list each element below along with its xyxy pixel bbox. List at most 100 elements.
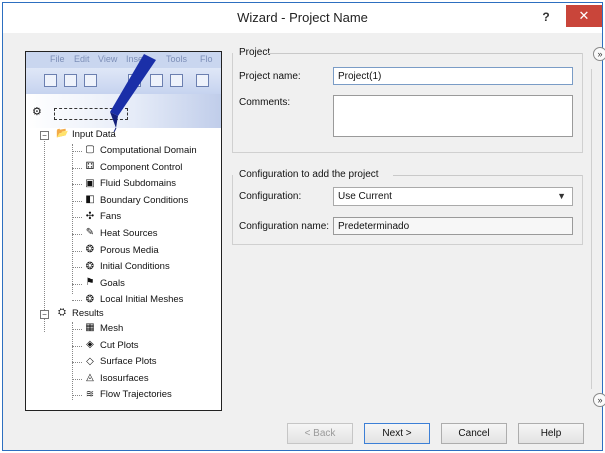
tree-connector bbox=[72, 144, 73, 294]
tree-node-label: Computational Domain bbox=[100, 145, 197, 156]
tree-connector bbox=[72, 378, 82, 380]
tree-connector bbox=[72, 200, 82, 202]
comments-label: Comments: bbox=[239, 97, 291, 108]
tree-connector bbox=[72, 250, 82, 252]
boundary-icon: ◧ bbox=[85, 194, 95, 206]
tree-node-boundary-conditions[interactable]: ◧ Boundary Conditions bbox=[84, 194, 188, 208]
tree-connector bbox=[72, 167, 82, 169]
tree-node-initial-conditions[interactable]: ❂ Initial Conditions bbox=[84, 260, 170, 274]
pen-cursor-icon bbox=[110, 54, 156, 132]
close-button[interactable]: ✕ bbox=[566, 5, 602, 27]
back-button[interactable]: < Back bbox=[287, 423, 353, 444]
component-control-icon: ⚃ bbox=[85, 161, 95, 173]
open-folder-icon[interactable] bbox=[64, 74, 77, 87]
tree-connector bbox=[72, 151, 82, 152]
tree-node-label: Results bbox=[72, 308, 104, 319]
tree-connector bbox=[72, 217, 82, 219]
project-name-label: Project name: bbox=[239, 71, 301, 82]
tree-node-label: Local Initial Meshes bbox=[100, 294, 184, 306]
tree-node-computational-domain[interactable]: ▢ Computational Domain bbox=[84, 144, 197, 158]
tree-node-label: Flow Trajectories bbox=[100, 389, 172, 401]
tree-node-isosurfaces[interactable]: ◬ Isosurfaces bbox=[84, 372, 149, 386]
tree-connector bbox=[72, 283, 82, 285]
tree-node-fluid-subdomains[interactable]: ▣ Fluid Subdomains bbox=[84, 177, 176, 191]
tree-node-component-control[interactable]: ⚃ Component Control bbox=[84, 161, 183, 175]
tree-node-mesh[interactable]: ▦ Mesh bbox=[84, 322, 123, 336]
help-button[interactable]: Help bbox=[518, 423, 584, 444]
heat-source-icon: ✎ bbox=[85, 227, 95, 239]
tree-connector bbox=[44, 136, 45, 332]
fan-icon: ✣ bbox=[85, 210, 95, 222]
cancel-button[interactable]: Cancel bbox=[441, 423, 507, 444]
project-root-icon: ⚙ bbox=[32, 106, 42, 118]
next-button[interactable]: Next > bbox=[364, 423, 430, 444]
tree-node-porous-media[interactable]: ❂ Porous Media bbox=[84, 244, 159, 258]
new-file-icon[interactable] bbox=[44, 74, 57, 87]
tree-connector bbox=[72, 300, 82, 302]
tree-node-label: Component Control bbox=[100, 161, 183, 173]
tree-node-heat-sources[interactable]: ✎ Heat Sources bbox=[84, 227, 158, 241]
menu-flow[interactable]: Flo bbox=[200, 54, 213, 64]
tree-node-surface-plots[interactable]: ◇ Surface Plots bbox=[84, 355, 157, 369]
tree-node-label: Cut Plots bbox=[100, 339, 139, 351]
tree-connector bbox=[72, 184, 82, 186]
expand-panel-bottom-button[interactable]: » bbox=[593, 393, 605, 407]
tree-node-label: Heat Sources bbox=[100, 228, 158, 239]
tree-node-label: Fans bbox=[100, 211, 122, 223]
menu-file[interactable]: File bbox=[50, 54, 65, 64]
tree-connector bbox=[72, 329, 82, 330]
tree-node-label: Isosurfaces bbox=[100, 372, 149, 384]
expand-panel-top-button[interactable]: » bbox=[593, 47, 605, 61]
tree-node-input-data[interactable]: 📂 Input Data bbox=[56, 128, 116, 142]
tree-connector bbox=[72, 362, 82, 364]
results-icon: ⛭ bbox=[58, 307, 66, 319]
local-mesh-icon: ❂ bbox=[85, 293, 95, 305]
tree-node-label: Fluid Subdomains bbox=[100, 178, 177, 190]
wizard-window: Wizard - Project Name ? ✕ File Edit View… bbox=[2, 2, 605, 451]
window-title: Wizard - Project Name bbox=[237, 10, 368, 25]
tree-node-label: Porous Media bbox=[100, 244, 159, 256]
project-name-input[interactable] bbox=[333, 67, 573, 85]
tree-node-fans[interactable]: ✣ Fans bbox=[84, 210, 121, 224]
configuration-name-label: Configuration name: bbox=[239, 221, 330, 232]
configuration-name-field[interactable] bbox=[333, 217, 573, 235]
tree-node-label: Goals bbox=[100, 277, 125, 289]
chevron-down-icon: ▼ bbox=[557, 191, 566, 201]
side-divider bbox=[591, 69, 592, 389]
tree-node-label: Surface Plots bbox=[100, 356, 157, 368]
configuration-select-value: Use Current bbox=[338, 191, 392, 202]
goals-icon: ⚑ bbox=[85, 277, 95, 289]
mesh-icon: ▦ bbox=[85, 322, 95, 334]
input-data-expander[interactable]: − bbox=[40, 131, 49, 140]
configuration-select[interactable]: Use Current ▼ bbox=[333, 187, 573, 206]
tree-node-label: Mesh bbox=[100, 323, 124, 334]
input-data-icon: 📂 bbox=[56, 128, 69, 140]
tree-connector bbox=[72, 234, 82, 235]
title-bar: Wizard - Project Name ? ✕ bbox=[3, 3, 602, 33]
configuration-label: Configuration: bbox=[239, 191, 302, 202]
tree-node-label: Boundary Conditions bbox=[100, 194, 189, 206]
trajectory-icon: ≋ bbox=[85, 388, 95, 400]
tree-node-results[interactable]: ⛭ Results bbox=[56, 307, 104, 321]
comments-input[interactable] bbox=[333, 95, 573, 137]
redo-icon[interactable] bbox=[196, 74, 209, 87]
results-expander[interactable]: − bbox=[40, 310, 49, 319]
tree-connector bbox=[72, 345, 82, 347]
tree-connector bbox=[72, 267, 82, 269]
tree-node-goals[interactable]: ⚑ Goals bbox=[84, 277, 125, 291]
domain-icon: ▢ bbox=[85, 144, 95, 156]
isosurface-icon: ◬ bbox=[86, 372, 94, 384]
undo-icon[interactable] bbox=[170, 74, 183, 87]
tree-node-flow-trajectories[interactable]: ≋ Flow Trajectories bbox=[84, 388, 172, 402]
tree-connector bbox=[72, 395, 82, 397]
menu-tools[interactable]: Tools bbox=[166, 54, 187, 64]
feature-tree-panel: File Edit View Insert Tools Flo ⚙ − 📂 In… bbox=[25, 51, 222, 411]
initial-conditions-icon: ❂ bbox=[85, 260, 95, 272]
help-title-button[interactable]: ? bbox=[529, 7, 563, 27]
cut-plot-icon: ◈ bbox=[86, 339, 94, 351]
tree-node-local-initial-meshes[interactable]: ❂ Local Initial Meshes bbox=[84, 293, 184, 307]
tree-node-cut-plots[interactable]: ◈ Cut Plots bbox=[84, 339, 139, 353]
tree-node-label: Initial Conditions bbox=[100, 261, 170, 273]
tree-node-label: Input Data bbox=[72, 129, 116, 140]
porous-icon: ❂ bbox=[85, 244, 95, 256]
